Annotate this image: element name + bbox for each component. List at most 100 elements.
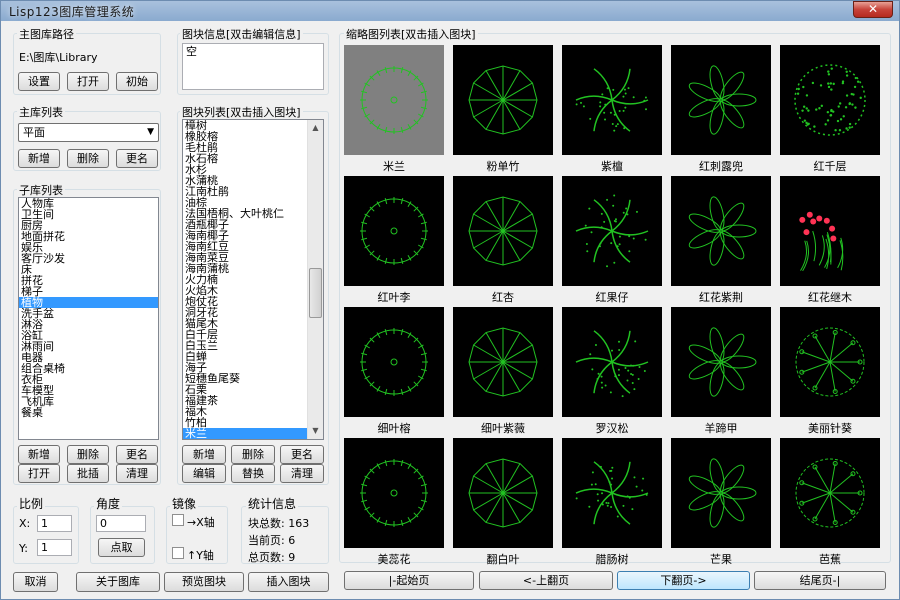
thumbnail-tile[interactable] (453, 176, 553, 286)
block-list-item[interactable]: 油棕 (183, 197, 308, 208)
main-list-rename-button[interactable]: 更名 (116, 149, 158, 168)
block-list-box[interactable]: 樟树 橡胶榕 毛杜鹃 水石榕 水杉 水蒲桃 江南杜鹃 油棕 法国梧桐、大叶桃仁 酒瓶椰子 海南椰子海… (182, 119, 324, 440)
path-open-button[interactable]: 打开 (67, 72, 109, 91)
thumbnail-tile[interactable] (344, 45, 444, 155)
scroll-down-icon[interactable]: ▼ (308, 423, 323, 439)
thumbnail-tile[interactable] (453, 438, 553, 548)
sub-list-box[interactable]: 人物库 卫生间 厨房 地面拼花 娱乐 客厅沙发床拼花 梯子 植物 洗手盆 淋浴 浴缸 淋雨间 电器 组合桌… (18, 197, 159, 440)
thumbnail-tile[interactable] (344, 176, 444, 286)
main-list-select[interactable]: 平面 ▼ (18, 123, 159, 142)
block-info-field[interactable]: 空 (182, 43, 324, 90)
mirror-y-checkbox[interactable] (172, 547, 184, 559)
thumbnail-tile[interactable] (453, 45, 553, 155)
block-list-item[interactable]: 米兰 (183, 428, 308, 439)
insert-block-button[interactable]: 插入图块 (248, 572, 329, 592)
cancel-button[interactable]: 取消 (13, 572, 58, 592)
sub-list-item[interactable]: 拼花 (19, 275, 158, 286)
block-list-edit-button[interactable]: 编辑 (182, 464, 226, 483)
thumbnail-tile[interactable] (671, 176, 771, 286)
about-library-button[interactable]: 关于图库 (76, 572, 160, 592)
sub-list-item[interactable]: 淋雨间 (19, 341, 158, 352)
sub-list-item[interactable]: 组合桌椅 (19, 363, 158, 374)
path-init-button[interactable]: 初始 (116, 72, 158, 91)
sub-list-item[interactable]: 梯子 (19, 286, 158, 297)
block-list-item[interactable]: 海子 (183, 362, 308, 373)
block-list-item[interactable]: 白蝉 (183, 351, 308, 362)
block-list-item[interactable]: 福木 (183, 406, 308, 417)
block-list-item[interactable]: 炮仗花 (183, 296, 308, 307)
sub-list-delete-button[interactable]: 删除 (67, 445, 109, 464)
block-list-item[interactable]: 洞牙花 (183, 307, 308, 318)
thumbnail-tile[interactable] (671, 307, 771, 417)
thumbnail-tile[interactable] (562, 307, 662, 417)
thumbnail-tile[interactable] (780, 45, 880, 155)
block-list-item[interactable]: 猫尾木 (183, 318, 308, 329)
sub-list-item[interactable]: 娱乐 (19, 242, 158, 253)
block-list-item[interactable]: 白玉兰 (183, 340, 308, 351)
sub-list-item[interactable]: 衣柜 (19, 374, 158, 385)
block-list-add-button[interactable]: 新增 (182, 445, 226, 464)
sub-list-item[interactable]: 厨房 (19, 220, 158, 231)
scale-x-input[interactable]: 1 (37, 515, 72, 532)
block-list-item[interactable]: 水石榕 (183, 153, 308, 164)
title-bar[interactable]: Lisp123图库管理系统 ✕ (1, 1, 899, 21)
last-page-button[interactable]: 结尾页-| (754, 571, 886, 590)
prev-page-button[interactable]: <-上翻页 (479, 571, 613, 590)
sub-list-item[interactable]: 地面拼花 (19, 231, 158, 242)
block-list-item[interactable]: 短穗鱼尾葵 (183, 373, 308, 384)
block-list-item[interactable]: 水杉 (183, 164, 308, 175)
thumbnail-tile[interactable] (562, 176, 662, 286)
block-list-item[interactable]: 白千层 (183, 329, 308, 340)
main-list-add-button[interactable]: 新增 (18, 149, 60, 168)
block-list-clean-button[interactable]: 清理 (280, 464, 324, 483)
sub-list-item[interactable]: 植物 (19, 297, 158, 308)
thumbnail-tile[interactable] (562, 45, 662, 155)
sub-list-item[interactable]: 淋浴 (19, 319, 158, 330)
block-list-item[interactable]: 海南椰子 (183, 230, 308, 241)
sub-list-item[interactable]: 人物库 (19, 198, 158, 209)
thumbnail-tile[interactable] (671, 438, 771, 548)
thumbnail-tile[interactable] (671, 45, 771, 155)
sub-list-clean-button[interactable]: 清理 (116, 464, 158, 483)
preview-block-button[interactable]: 预览图块 (164, 572, 244, 592)
block-list-item[interactable]: 水蒲桃 (183, 175, 308, 186)
sub-list-rename-button[interactable]: 更名 (116, 445, 158, 464)
thumbnail-tile[interactable] (344, 438, 444, 548)
thumbnail-tile[interactable] (453, 307, 553, 417)
block-list-item[interactable]: 火力楠 (183, 274, 308, 285)
scroll-thumb[interactable] (309, 268, 322, 318)
block-list-replace-button[interactable]: 替换 (231, 464, 275, 483)
sub-list-item[interactable]: 浴缸 (19, 330, 158, 341)
next-page-button[interactable]: 下翻页-> (617, 571, 750, 590)
first-page-button[interactable]: |-起始页 (344, 571, 474, 590)
sub-list-item[interactable]: 电器 (19, 352, 158, 363)
block-list-item[interactable]: 福建茶 (183, 395, 308, 406)
block-list-item[interactable]: 竹柏 (183, 417, 308, 428)
block-list-item[interactable]: 酒瓶椰子 (183, 219, 308, 230)
sub-list-add-button[interactable]: 新增 (18, 445, 60, 464)
main-list-delete-button[interactable]: 删除 (67, 149, 109, 168)
sub-list-item[interactable]: 飞机库 (19, 396, 158, 407)
block-list-item[interactable]: 江南杜鹃 (183, 186, 308, 197)
block-list-item[interactable]: 法国梧桐、大叶桃仁 (183, 208, 308, 219)
block-list-item[interactable]: 火焰木 (183, 285, 308, 296)
sub-list-item[interactable]: 车模型 (19, 385, 158, 396)
path-setup-button[interactable]: 设置 (18, 72, 60, 91)
mirror-x-checkbox[interactable] (172, 514, 184, 526)
thumbnail-tile[interactable] (344, 307, 444, 417)
sub-list-item[interactable]: 餐桌 (19, 407, 158, 418)
thumbnail-tile[interactable] (780, 307, 880, 417)
close-button[interactable]: ✕ (853, 1, 893, 18)
sub-list-item[interactable]: 洗手盆 (19, 308, 158, 319)
block-list-item[interactable]: 海南菜豆 (183, 252, 308, 263)
scale-y-input[interactable]: 1 (37, 539, 72, 556)
thumbnail-tile[interactable] (562, 438, 662, 548)
block-list-item[interactable]: 毛杜鹃 (183, 142, 308, 153)
block-list-item[interactable]: 海南蒲桃 (183, 263, 308, 274)
sub-list-item[interactable]: 客厅沙发 (19, 253, 158, 264)
thumbnail-tile[interactable] (780, 176, 880, 286)
block-list-delete-button[interactable]: 删除 (231, 445, 275, 464)
sub-list-open-button[interactable]: 打开 (18, 464, 60, 483)
scroll-up-icon[interactable]: ▲ (308, 120, 323, 136)
block-list-scrollbar[interactable]: ▲ ▼ (307, 120, 323, 439)
